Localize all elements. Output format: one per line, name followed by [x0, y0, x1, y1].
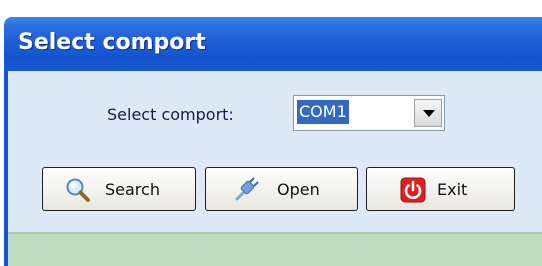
power-icon: [400, 177, 426, 203]
search-button[interactable]: Search: [42, 167, 196, 211]
comport-label: Select comport:: [107, 105, 234, 124]
comport-selected-value[interactable]: COM1: [297, 100, 349, 124]
open-button-label: Open: [277, 180, 320, 199]
exit-button[interactable]: Exit: [366, 167, 515, 211]
exit-button-label: Exit: [437, 180, 468, 199]
search-button-label: Search: [105, 180, 160, 199]
open-button[interactable]: Open: [205, 167, 358, 211]
window-title: Select comport: [18, 30, 206, 55]
plug-icon: [235, 177, 259, 201]
chevron-down-icon[interactable]: [414, 99, 442, 127]
magnifier-icon: [66, 178, 90, 202]
select-comport-window: Select comport Select comport: COM1 Sear…: [0, 0, 542, 266]
status-bar: [8, 232, 542, 266]
comport-select[interactable]: COM1: [293, 95, 445, 131]
